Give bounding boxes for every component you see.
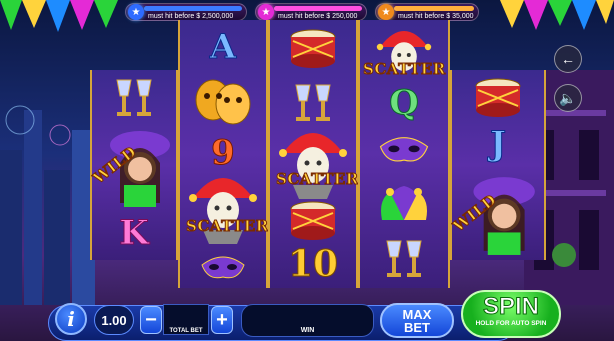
wild-lady-symbol: WILD <box>449 168 544 258</box>
jester-scatter-symbol: SCATTER <box>360 20 448 90</box>
reel-grid: WILD K A 9 SCATTER SCATTER 10 SCATTER Q … <box>89 20 546 288</box>
jackpot-grand: ★ must hit before $ 2,500,000 <box>125 3 247 21</box>
q-symbol: Q <box>389 83 420 124</box>
theatre-masks-symbol <box>180 72 266 132</box>
star-icon: ★ <box>378 4 394 20</box>
reel-3: SCATTER 10 <box>268 20 359 288</box>
drum-symbol <box>270 196 356 246</box>
goblets-symbol <box>92 70 176 125</box>
reel-5: J WILD <box>449 70 546 260</box>
scatter-label: SCATTER <box>186 217 269 236</box>
jackpot-minor: ★ must hit before $ 35,000 <box>375 3 479 21</box>
denomination-display[interactable]: 1.00 <box>94 305 134 335</box>
jackpot-minor-label: must hit before $ 35,000 <box>398 12 474 20</box>
k-symbol: K <box>119 213 150 254</box>
win-label: WIN <box>300 327 315 334</box>
back-arrow-icon[interactable]: ← <box>554 45 582 73</box>
star-icon: ★ <box>128 4 144 20</box>
scatter-label: SCATTER <box>276 170 359 189</box>
spin-label: SPIN <box>482 293 539 320</box>
mask-symbol <box>360 124 448 176</box>
reel-4: SCATTER Q <box>358 20 450 288</box>
jackpot-grand-label: must hit before $ 2,500,000 <box>148 12 234 20</box>
bet-plus-button[interactable]: + <box>211 306 233 334</box>
reel-1: WILD K <box>89 70 178 260</box>
reel-2: A 9 SCATTER <box>178 20 269 288</box>
goblets-symbol <box>360 234 448 284</box>
jester-scatter-symbol: SCATTER <box>270 120 359 205</box>
jackpot-major-meter <box>274 6 362 11</box>
city-skyline-left <box>0 105 95 305</box>
jackpot-major-label: must hit before $ 250,000 <box>278 12 358 20</box>
jester-hat-symbol <box>360 178 448 228</box>
spin-button[interactable]: SPIN HOLD FOR AUTO SPIN <box>461 290 561 338</box>
jackpot-major: ★ must hit before $ 250,000 <box>255 3 367 21</box>
max-bet-line1: MAX <box>402 306 432 322</box>
info-button[interactable]: i <box>55 303 87 335</box>
max-bet-button[interactable]: MAX BET <box>380 303 454 338</box>
drum-symbol <box>270 22 356 76</box>
j-symbol: J <box>489 124 507 165</box>
jackpot-grand-meter <box>144 6 242 11</box>
star-icon: ★ <box>258 4 274 20</box>
jackpot-bars: ★ must hit before $ 2,500,000 ★ must hit… <box>125 3 490 21</box>
max-bet-line2: BET <box>404 319 430 335</box>
a-symbol: A <box>209 27 237 68</box>
speaker-icon[interactable]: 🔈 <box>554 84 582 112</box>
jester-scatter-symbol: SCATTER <box>180 165 269 250</box>
drum-symbol <box>452 70 544 125</box>
wild-lady-symbol: WILD <box>89 122 176 210</box>
spin-sublabel: HOLD FOR AUTO SPIN <box>475 320 547 327</box>
scatter-label: SCATTER <box>363 60 446 79</box>
total-bet-label: TOTAL BET <box>169 328 203 334</box>
ten-symbol: 10 <box>287 243 339 286</box>
bet-minus-button[interactable]: − <box>140 306 162 334</box>
jackpot-minor-meter <box>394 6 474 11</box>
mask-symbol <box>180 248 266 288</box>
